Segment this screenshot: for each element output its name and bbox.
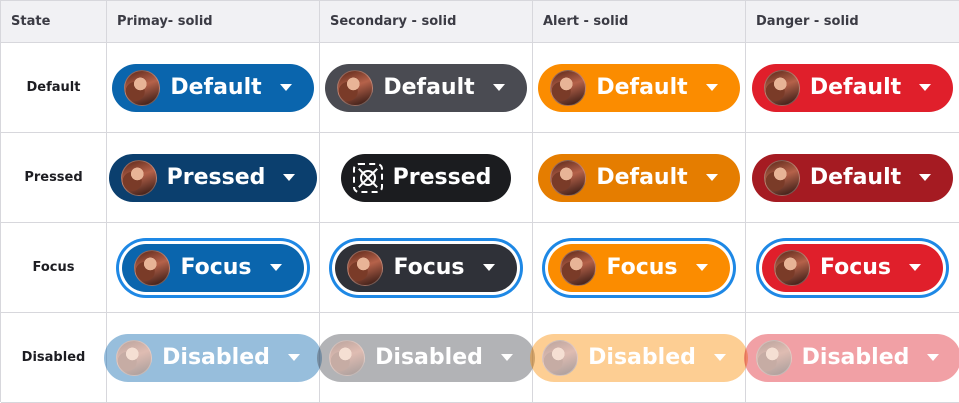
avatar-icon — [120, 159, 157, 196]
cell: Default — [320, 43, 533, 133]
button-label: Disabled — [588, 345, 696, 370]
chevron-down-icon — [919, 174, 932, 181]
danger-disabled-button: Disabled — [743, 333, 959, 382]
cell: Disabled — [743, 313, 959, 403]
cell: Default — [746, 133, 959, 223]
alert-disabled-button: Disabled — [530, 333, 748, 382]
button-label: Default — [170, 75, 262, 100]
primary-focus-button[interactable]: Focus — [122, 243, 304, 292]
cell: Pressed — [320, 133, 533, 223]
header-primary-solid: Primay- solid — [107, 1, 320, 43]
button-label: Pressed — [392, 165, 492, 190]
avatar-icon — [329, 339, 366, 376]
chevron-down-icon — [279, 84, 292, 91]
chevron-down-icon — [705, 84, 718, 91]
chevron-down-icon — [283, 174, 296, 181]
button-label: Disabled — [801, 345, 910, 370]
avatar-icon — [773, 249, 810, 286]
chevron-down-icon — [482, 264, 495, 271]
avatar-icon — [116, 339, 153, 376]
state-label-disabled: Disabled — [1, 313, 107, 403]
avatar-icon — [763, 69, 800, 106]
cell: Disabled — [104, 313, 322, 403]
danger-focus-button[interactable]: Focus — [761, 243, 944, 292]
chevron-down-icon — [287, 354, 300, 361]
primary-pressed-button[interactable]: Pressed — [108, 153, 318, 202]
chevron-down-icon — [492, 84, 505, 91]
header-state: State — [1, 1, 107, 43]
avatar-icon — [134, 249, 171, 286]
chevron-down-icon — [713, 354, 726, 361]
button-label: Focus — [393, 255, 465, 280]
chevron-down-icon — [705, 174, 718, 181]
state-label-focus: Focus — [1, 223, 107, 313]
cell: Focus — [320, 223, 533, 313]
danger-pressed-button[interactable]: Default — [751, 153, 954, 202]
primary-default-button[interactable]: Default — [112, 63, 314, 112]
chevron-down-icon — [927, 354, 940, 361]
chevron-down-icon — [909, 264, 922, 271]
cell: Focus — [746, 223, 959, 313]
header-secondary-solid: Secondary - solid — [320, 1, 533, 43]
avatar-icon — [755, 339, 792, 376]
alert-default-button[interactable]: Default — [538, 63, 740, 112]
button-label: Default — [809, 75, 902, 100]
button-label: Focus — [180, 255, 252, 280]
secondary-default-button[interactable]: Default — [325, 63, 527, 112]
avatar-icon — [347, 249, 384, 286]
chevron-down-icon — [500, 354, 513, 361]
cell: Disabled — [530, 313, 748, 403]
avatar-icon — [337, 69, 374, 106]
secondary-focus-button[interactable]: Focus — [335, 243, 517, 292]
header-alert-solid: Alert - solid — [533, 1, 746, 43]
button-label: Default — [809, 165, 902, 190]
danger-default-button[interactable]: Default — [751, 63, 954, 112]
button-label: Focus — [606, 255, 678, 280]
cell: Focus — [107, 223, 320, 313]
primary-disabled-button: Disabled — [104, 333, 322, 382]
cell: Default — [107, 43, 320, 133]
state-label-default: Default — [1, 43, 107, 133]
avatar-icon — [550, 69, 587, 106]
button-label: Default — [596, 165, 688, 190]
chevron-down-icon — [269, 264, 282, 271]
chevron-down-icon — [695, 264, 708, 271]
cell: Focus — [533, 223, 746, 313]
chevron-down-icon — [919, 84, 932, 91]
button-label: Pressed — [166, 165, 266, 190]
cell: Disabled — [317, 313, 535, 403]
button-label: Focus — [819, 255, 892, 280]
header-danger-solid: Danger - solid — [746, 1, 959, 43]
button-label: Disabled — [162, 345, 270, 370]
cell: Default — [746, 43, 959, 133]
cell: Default — [533, 133, 746, 223]
avatar-icon — [550, 159, 587, 196]
button-label: Disabled — [375, 345, 483, 370]
secondary-pressed-button[interactable]: Pressed — [340, 153, 512, 202]
state-label-pressed: Pressed — [1, 133, 107, 223]
avatar-icon — [560, 249, 597, 286]
avatar-icon — [124, 69, 161, 106]
avatar-icon — [542, 339, 579, 376]
button-state-table: State Primay- solid Secondary - solid Al… — [0, 0, 959, 403]
cell: Default — [533, 43, 746, 133]
secondary-disabled-button: Disabled — [317, 333, 535, 382]
button-label: Default — [383, 75, 475, 100]
cell: Pressed — [107, 133, 320, 223]
alert-pressed-button[interactable]: Default — [538, 153, 740, 202]
placeholder-image-icon — [352, 162, 383, 193]
avatar-icon — [763, 159, 800, 196]
button-label: Default — [596, 75, 688, 100]
alert-focus-button[interactable]: Focus — [548, 243, 730, 292]
